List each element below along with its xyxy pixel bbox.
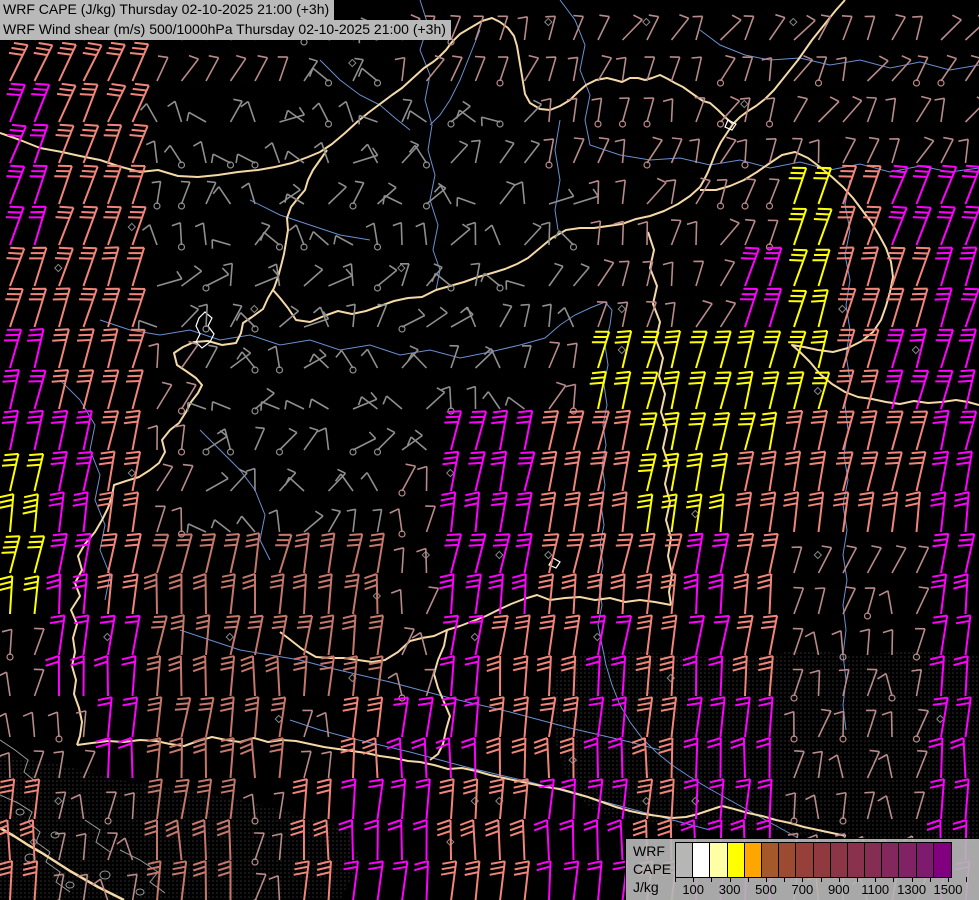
cape-tick-label: 100 xyxy=(682,882,705,897)
cape-tick-label: 700 xyxy=(791,882,814,897)
cape-tick-label: 1100 xyxy=(861,882,890,897)
weather-map-screenshot: WRF CAPE (J/kg) Thursday 02-10-2025 21:0… xyxy=(0,0,979,900)
title-line-cape: WRF CAPE (J/kg) Thursday 02-10-2025 21:0… xyxy=(0,0,335,20)
cape-tick-label: 300 xyxy=(718,882,741,897)
cape-tick-label: 500 xyxy=(755,882,777,897)
cape-legend-labels: WRF CAPE J/kg xyxy=(633,842,671,896)
cape-colorbar-cell xyxy=(813,843,831,877)
cape-colorbar-cell xyxy=(830,843,848,877)
cape-colorbar-cell xyxy=(796,843,814,877)
cape-colorbar-cell xyxy=(693,843,711,877)
cape-colorbar-cell xyxy=(933,843,951,877)
cape-colorbar-cell xyxy=(779,843,797,877)
cape-colorbar-cell xyxy=(744,843,762,877)
cape-colorbar-cell xyxy=(916,843,934,877)
cape-colorbar-cell xyxy=(865,843,883,877)
cape-colorbar-cell xyxy=(761,843,780,877)
cape-colorbar-cell xyxy=(676,843,694,877)
cape-tick-label: 1500 xyxy=(933,882,963,897)
legend-label-unit: J/kg xyxy=(633,879,659,895)
cape-colorbar-cell xyxy=(710,843,728,877)
cape-colorbar-cell xyxy=(727,843,745,877)
map-canvas xyxy=(0,0,979,900)
cape-colorbar xyxy=(675,842,952,878)
cape-colorbar-cell xyxy=(882,843,900,877)
legend-label-cape: CAPE xyxy=(633,861,672,877)
cape-colorbar-cell xyxy=(899,843,917,877)
cape-colorbar-cell xyxy=(847,843,866,877)
cape-tick-label: 1300 xyxy=(897,882,927,897)
map-title-overlay: WRF CAPE (J/kg) Thursday 02-10-2025 21:0… xyxy=(0,0,451,40)
cape-tick-label: 900 xyxy=(827,882,850,897)
title-line-shear: WRF Wind shear (m/s) 500/1000hPa Thursda… xyxy=(0,20,451,40)
cape-legend: WRF CAPE J/kg 100 300 500 700 900 1100 1300 150… xyxy=(625,838,979,900)
legend-label-wrf: WRF xyxy=(633,843,665,859)
